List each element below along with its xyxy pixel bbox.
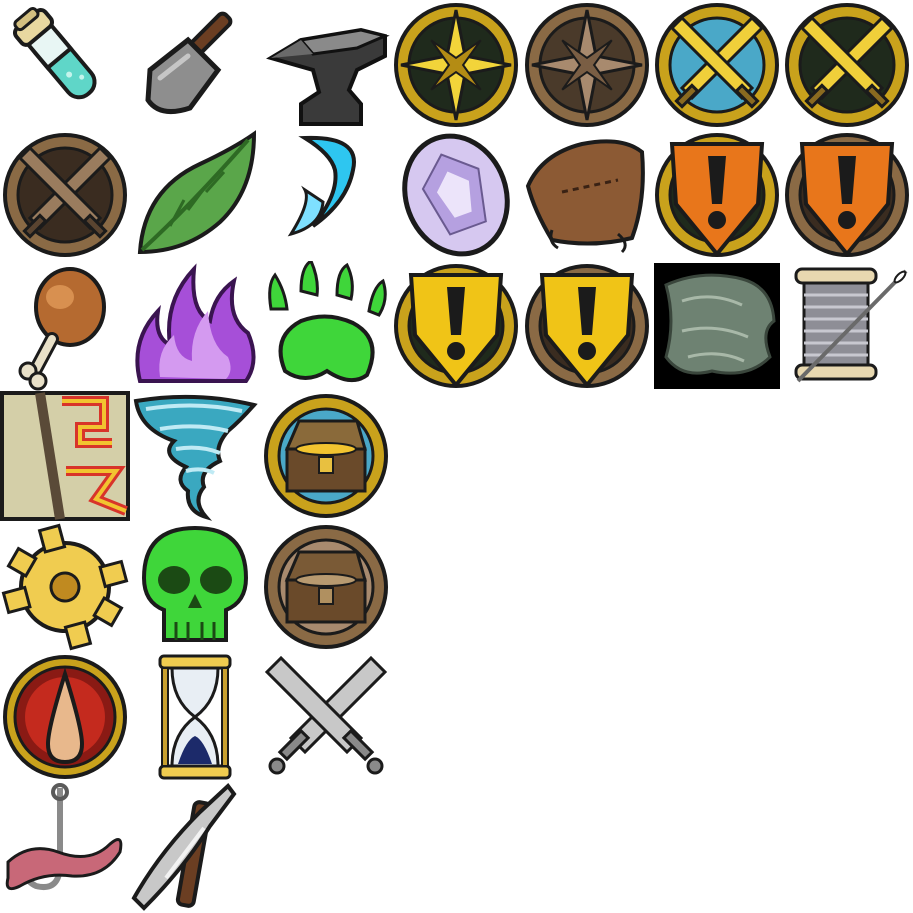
potion-vial-icon <box>0 0 130 130</box>
crossed-swords-dark-icon <box>782 0 912 130</box>
hourglass-icon <box>130 652 260 782</box>
paw-print-icon <box>261 261 391 391</box>
anvil-icon <box>261 0 391 130</box>
treasure-chest-blue-icon <box>261 391 391 521</box>
compass-rose-bronze-icon <box>522 0 652 130</box>
quest-alert-yellow-icon <box>391 261 521 391</box>
crossed-swords-steel-icon <box>261 652 391 782</box>
shovel-icon <box>130 0 260 130</box>
leaf-icon <box>130 130 260 260</box>
compass-rose-gold-icon <box>391 0 521 130</box>
fur-pelt-icon <box>652 261 782 391</box>
gem-icon <box>391 130 521 260</box>
quest-alert-orange-icon <box>652 130 782 260</box>
treasure-chest-bronze-icon <box>261 522 391 652</box>
purple-flame-icon <box>130 261 260 391</box>
rune-stone-icon <box>0 391 130 521</box>
fishing-hook-worm-icon <box>0 782 130 912</box>
thread-spool-icon <box>782 261 912 391</box>
crossed-swords-blue-icon <box>652 0 782 130</box>
water-wisp-icon <box>261 130 391 260</box>
icon-sheet <box>0 0 913 913</box>
quest-alert-orange-bronze-icon <box>782 130 912 260</box>
blood-drop-icon <box>0 652 130 782</box>
tornado-icon <box>130 391 260 521</box>
crossed-swords-bronze-icon <box>0 130 130 260</box>
leather-icon <box>522 130 652 260</box>
poison-skull-icon <box>130 522 260 652</box>
quest-alert-yellow-bronze-icon <box>522 261 652 391</box>
pickaxe-icon <box>130 782 260 912</box>
meat-drumstick-icon <box>0 261 130 391</box>
gear-icon <box>0 522 130 652</box>
